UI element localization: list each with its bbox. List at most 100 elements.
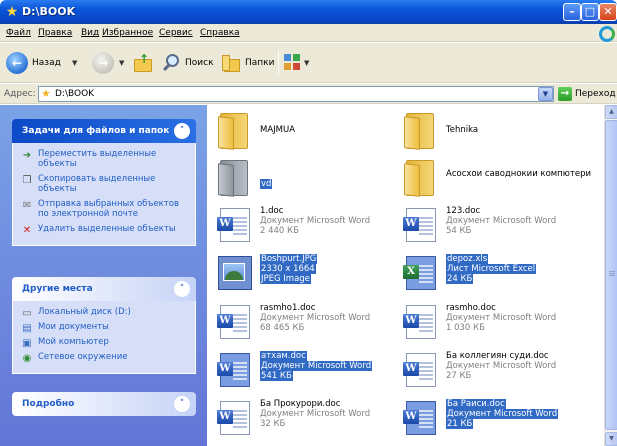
task-delete-label: Удалить выделенные объекты (38, 224, 176, 234)
task-delete[interactable]: ✕ Удалить выделенные объекты (21, 224, 187, 236)
go-arrow-icon[interactable]: → (558, 87, 572, 101)
file-type: Документ Microsoft Word (446, 361, 557, 371)
menu-view[interactable]: Вид (81, 27, 99, 39)
file-size: 68 465 КБ (260, 323, 305, 333)
task-email[interactable]: ✉ Отправка выбранных объектов по электро… (21, 199, 187, 219)
menu-tools[interactable]: Сервис (159, 27, 193, 39)
place-my-documents-label: Мои документы (38, 322, 109, 332)
folder-item[interactable]: Tehnika (400, 111, 590, 155)
file-type: JPEG Image (260, 274, 311, 284)
folder-icon (404, 113, 436, 150)
place-local-disk-label: Локальный диск (D:) (38, 307, 131, 317)
word-doc-icon: W (217, 353, 250, 387)
details-header[interactable]: Подробно ˅ (12, 392, 196, 416)
expand-chevron-icon[interactable]: ˅ (174, 396, 190, 412)
title-bar[interactable]: ★ D:\BOOK – □ ✕ (0, 0, 617, 24)
word-doc-icon: W (217, 305, 250, 339)
task-pane: Задачи для файлов и папок ˄ ➜ Переместит… (0, 105, 207, 446)
folders-button-label[interactable]: Папки (245, 57, 274, 69)
image-dimensions: 2330 x 1664 (260, 264, 316, 274)
folder-item[interactable]: MAJMUA (214, 111, 404, 155)
vertical-scrollbar[interactable]: ▲ ▼ (604, 105, 617, 446)
folder-up-icon[interactable]: ↑ (134, 53, 154, 73)
forward-dropdown-icon[interactable]: ▼ (119, 57, 124, 69)
place-network-label: Сетевое окружение (38, 352, 128, 362)
file-size: 2 440 КБ (260, 226, 299, 236)
file-item[interactable]: W 1.doc Документ Microsoft Word 2 440 КБ (214, 205, 404, 249)
file-item[interactable]: X depoz.xls Лист Microsoft Excel 24 КБ (400, 253, 590, 297)
back-dropdown-icon[interactable]: ▼ (72, 57, 77, 69)
maximize-button[interactable]: □ (581, 3, 599, 21)
other-places-title: Другие места (22, 284, 93, 294)
file-name: Boshpurt.JPG (260, 254, 318, 264)
search-icon[interactable] (162, 53, 182, 73)
task-copy[interactable]: ❐ Скопировать выделенные объекты (21, 174, 187, 194)
word-doc-icon: W (403, 401, 436, 435)
place-my-documents[interactable]: ▤ Мои документы (21, 322, 187, 334)
menu-bar: Файл Правка Вид Избранное Сервис Справка (0, 24, 617, 42)
task-copy-label: Скопировать выделенные объекты (38, 174, 156, 194)
folder-icon (218, 113, 250, 150)
file-size: 1 030 КБ (446, 323, 485, 333)
file-tasks-header[interactable]: Задачи для файлов и папок ˄ (12, 119, 196, 143)
back-button-label[interactable]: Назад (32, 57, 61, 69)
scroll-thumb[interactable] (605, 120, 617, 430)
menu-help[interactable]: Справка (200, 27, 240, 39)
word-doc-icon: W (403, 305, 436, 339)
address-input[interactable]: ★ D:\BOOK (38, 86, 554, 102)
file-item[interactable]: W атхам.doc Документ Microsoft Word 541 … (214, 350, 404, 394)
views-dropdown-icon[interactable]: ▼ (304, 57, 309, 69)
file-name: rasmho1.doc (260, 303, 316, 313)
scroll-down-icon[interactable]: ▼ (605, 432, 617, 446)
network-icon: ◉ (22, 353, 32, 364)
task-move[interactable]: ➜ Переместить выделенные объекты (21, 149, 187, 169)
file-name: атхам.doc (260, 351, 307, 361)
file-size: 27 КБ (446, 371, 472, 381)
other-places-header[interactable]: Другие места ˄ (12, 277, 196, 301)
place-my-computer-label: Мой компьютер (38, 337, 109, 347)
views-icon[interactable] (284, 54, 302, 72)
task-email-label: Отправка выбранных объектов по электронн… (38, 199, 179, 219)
file-size: 32 КБ (260, 419, 286, 429)
go-button-label[interactable]: Переход (575, 88, 616, 100)
folders-icon[interactable] (222, 53, 242, 73)
address-dropdown-icon[interactable]: ▼ (538, 87, 553, 101)
file-item[interactable]: W rasmho1.doc Документ Microsoft Word 68… (214, 302, 404, 346)
file-tasks-title: Задачи для файлов и папок (22, 126, 170, 136)
file-name: MAJMUA (260, 125, 296, 135)
place-local-disk[interactable]: ▭ Локальный диск (D:) (21, 307, 187, 319)
file-item[interactable]: Boshpurt.JPG 2330 x 1664 JPEG Image (214, 253, 404, 297)
folder-item[interactable]: Асосхои саводнокии компютери (400, 158, 591, 202)
file-view[interactable]: MAJMUA Tehnika vd Асосхои саводнокии ком… (207, 105, 604, 446)
file-type: Документ Microsoft Word (446, 216, 557, 226)
file-item[interactable]: W rasmho.doc Документ Microsoft Word 1 0… (400, 302, 590, 346)
word-doc-icon: W (403, 353, 436, 387)
folder-icon (218, 160, 250, 197)
folder-star-icon: ★ (5, 4, 19, 20)
close-button[interactable]: ✕ (599, 3, 617, 21)
email-icon: ✉ (22, 200, 32, 211)
folder-item[interactable]: vd (214, 158, 404, 202)
scroll-up-icon[interactable]: ▲ (605, 105, 617, 119)
place-network[interactable]: ◉ Сетевое окружение (21, 352, 187, 364)
file-item[interactable]: W Ба Прокурори.doc Документ Microsoft Wo… (214, 398, 404, 442)
image-file-icon (218, 256, 252, 290)
file-item[interactable]: W 123.doc Документ Microsoft Word 54 КБ (400, 205, 590, 249)
file-item[interactable]: W Ба коллегиян суди.doc Документ Microso… (400, 350, 590, 394)
file-type: Документ Microsoft Word (260, 313, 371, 323)
collapse-chevron-icon[interactable]: ˄ (174, 281, 190, 297)
file-name: Асосхои саводнокии компютери (446, 169, 591, 179)
search-button-label[interactable]: Поиск (185, 57, 214, 69)
menu-favorites[interactable]: Избранное (102, 27, 153, 39)
file-item[interactable]: W Ба Раиси.doc Документ Microsoft Word 2… (400, 398, 590, 442)
menu-edit[interactable]: Правка (38, 27, 72, 39)
file-size: 24 КБ (446, 274, 474, 284)
other-places-panel: Другие места ˄ ▭ Локальный диск (D:) ▤ М… (12, 277, 196, 374)
file-name: rasmho.doc (446, 303, 496, 313)
forward-arrow-icon[interactable]: → (92, 52, 114, 74)
place-my-computer[interactable]: ▣ Мой компьютер (21, 337, 187, 349)
back-arrow-icon[interactable]: ← (6, 52, 28, 74)
collapse-chevron-icon[interactable]: ˄ (174, 123, 190, 139)
minimize-button[interactable]: – (563, 3, 581, 21)
menu-file[interactable]: Файл (6, 27, 31, 39)
